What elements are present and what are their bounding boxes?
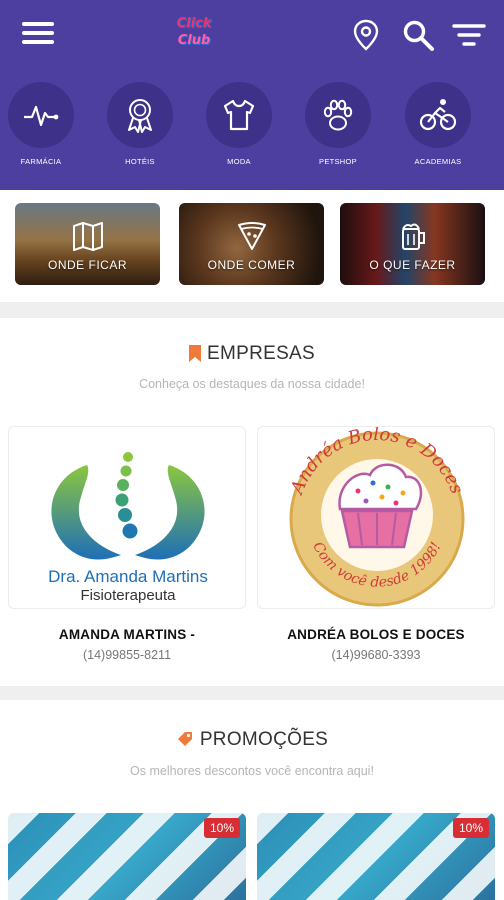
category-petshop[interactable]: PETSHOP — [298, 78, 378, 166]
category-label: FARMÁCIA — [20, 157, 62, 166]
empresas-section: EMPRESAS Conheça os destaques da nossa c… — [0, 318, 504, 686]
feature-onde-comer[interactable]: ONDE COMER — [179, 203, 324, 285]
category-moda[interactable]: MODA — [199, 78, 279, 166]
feature-label: ONDE FICAR — [47, 258, 127, 272]
location-pin-icon[interactable] — [349, 18, 383, 52]
drink-icon — [402, 223, 425, 250]
empresas-subtitle: Conheça os destaques da nossa cidade! — [139, 377, 365, 391]
feature-cards: ONDE FICAR ONDE COMER O QUE FAZER — [0, 190, 504, 302]
empresas-title: EMPRESAS — [207, 343, 315, 364]
map-icon — [73, 222, 103, 251]
feature-o-que-fazer[interactable]: O QUE FAZER — [340, 203, 485, 285]
company-name: ANDRÉA BOLOS E DOCES — [287, 627, 465, 642]
filter-icon[interactable] — [452, 18, 486, 52]
category-label: HOTÉIS — [125, 157, 155, 166]
logo-text-bottom: Club — [177, 33, 211, 48]
company-card[interactable]: Dra. Amanda Martins Fisioterapeuta AMAND… — [8, 426, 246, 662]
category-academias[interactable]: ACADEMIAS — [398, 78, 478, 166]
search-icon[interactable] — [401, 18, 435, 52]
pizza-icon — [238, 222, 266, 250]
bookmark-icon — [189, 345, 201, 362]
tag-icon — [177, 732, 192, 746]
promocoes-section: PROMOÇÕES Os melhores descontos você enc… — [0, 700, 504, 900]
promo-card[interactable]: 10% — [257, 813, 495, 900]
menu-icon[interactable] — [22, 22, 54, 46]
category-label: ACADEMIAS — [414, 157, 462, 166]
promocoes-heading: PROMOÇÕES — [0, 729, 504, 751]
discount-badge: 10% — [203, 818, 240, 838]
company-phone[interactable]: (14)99680-3393 — [257, 648, 495, 662]
bakery-logo-graphic: Andréa Bolos e Doces Com você desde 1998… — [286, 427, 467, 607]
category-label: PETSHOP — [319, 157, 357, 166]
physio-logo-name: Dra. Amanda Martins — [48, 567, 208, 586]
promo-card[interactable]: 10% — [8, 813, 246, 900]
promocoes-title: PROMOÇÕES — [199, 729, 329, 750]
logo-text-top: Click — [176, 16, 212, 31]
empresas-heading: EMPRESAS — [0, 343, 504, 365]
feature-label: ONDE COMER — [207, 258, 296, 272]
promocoes-subtitle: Os melhores descontos você encontra aqui… — [130, 764, 374, 778]
feature-label: O QUE FAZER — [369, 258, 456, 272]
discount-badge: 10% — [452, 818, 489, 838]
award-ribbon-icon — [107, 82, 173, 148]
tshirt-icon — [206, 82, 272, 148]
top-bar: Click Club — [0, 0, 504, 70]
cyclist-icon — [405, 82, 471, 148]
category-hoteis[interactable]: HOTÉIS — [100, 78, 180, 166]
category-label: MODA — [227, 157, 251, 166]
company-logo: Dra. Amanda Martins Fisioterapeuta — [8, 426, 246, 609]
category-bar: FARMÁCIA HOTÉIS MODA PETSHOP ACADEMIAS — [0, 78, 504, 178]
app-logo[interactable]: Click Club — [168, 14, 220, 54]
heartbeat-icon — [8, 82, 74, 148]
company-name: AMANDA MARTINS - — [58, 627, 196, 642]
feature-onde-ficar[interactable]: ONDE FICAR — [15, 203, 160, 285]
company-card[interactable]: Andréa Bolos e Doces Com você desde 1998… — [257, 426, 495, 662]
paw-icon — [305, 82, 371, 148]
physio-logo-subtitle: Fisioterapeuta — [80, 587, 176, 604]
category-farmacia[interactable]: FARMÁCIA — [1, 78, 81, 166]
company-logo: Andréa Bolos e Doces Com você desde 1998… — [257, 426, 495, 609]
app-header: Click Club FARMÁCIA HOTÉIS MODA PETSHOP … — [0, 0, 504, 190]
company-phone[interactable]: (14)99855-8211 — [8, 648, 246, 662]
